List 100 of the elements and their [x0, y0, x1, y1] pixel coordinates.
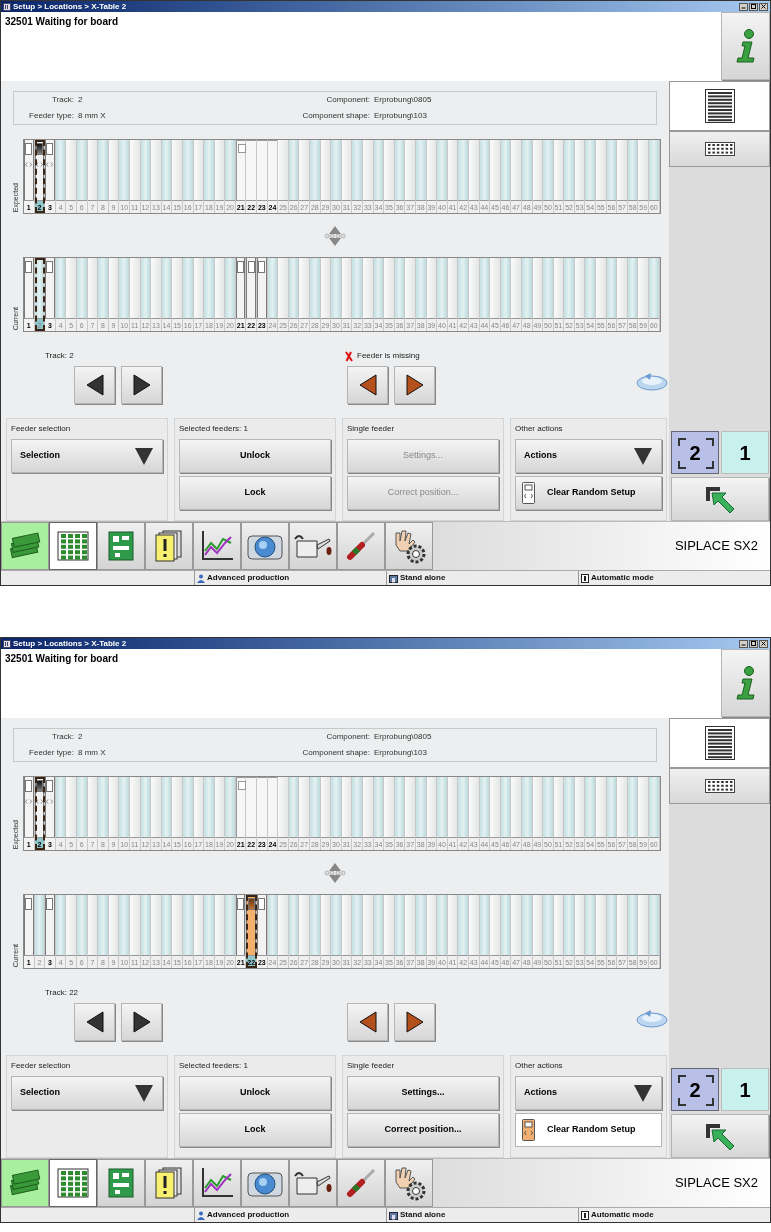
- toolbar-button[interactable]: [193, 1159, 241, 1207]
- user-icon: [197, 573, 205, 583]
- toolbar-button[interactable]: [97, 1159, 145, 1207]
- dropdown[interactable]: Selection: [11, 1075, 163, 1110]
- toolbar-button[interactable]: [49, 1159, 97, 1207]
- swap-handle-icon[interactable]: [324, 225, 346, 246]
- info-button[interactable]: [721, 12, 770, 80]
- toolbar-button[interactable]: [97, 522, 145, 570]
- arrow-icon: [704, 485, 736, 513]
- maximize-button[interactable]: [749, 639, 758, 648]
- layer-button[interactable]: 2: [671, 1068, 719, 1111]
- action-button[interactable]: Lock: [179, 1112, 331, 1147]
- component-block[interactable]: [246, 776, 257, 837]
- panel-title: Selected feeders: 1: [179, 422, 249, 435]
- action-button[interactable]: Lock: [179, 475, 331, 510]
- previous-button[interactable]: [74, 366, 115, 405]
- dropdown[interactable]: Actions: [515, 438, 662, 473]
- building-icon: [389, 573, 398, 583]
- toolbar-button[interactable]: [193, 522, 241, 570]
- panel-title: Single feeder: [347, 422, 396, 435]
- layer-button[interactable]: 1: [721, 1068, 769, 1111]
- minimize-button[interactable]: [739, 2, 748, 11]
- component-block[interactable]: [235, 776, 246, 837]
- code-icon: [46, 798, 54, 804]
- maximize-button[interactable]: [749, 2, 758, 11]
- action-button[interactable]: Unlock: [179, 1075, 331, 1110]
- layer-button[interactable]: 2: [671, 431, 719, 474]
- toolbar-button[interactable]: [337, 522, 385, 570]
- info-button[interactable]: [721, 649, 770, 717]
- code-icon: [35, 161, 43, 167]
- status-message: 32501 Waiting for board: [4, 15, 119, 29]
- feeder[interactable]: [34, 776, 45, 837]
- right-arrow-icon: [131, 1010, 152, 1035]
- panel-title: Other actions: [515, 1059, 564, 1072]
- next-button[interactable]: [394, 366, 435, 405]
- component-block[interactable]: [235, 139, 246, 200]
- feeder[interactable]: [34, 139, 45, 200]
- previous-button[interactable]: [347, 1003, 388, 1042]
- clear-setup-button[interactable]: Clear Random Setup: [515, 1112, 662, 1147]
- close-button[interactable]: [759, 639, 768, 648]
- grid-view-tab[interactable]: [669, 131, 770, 167]
- feeder-head-icon: [237, 261, 245, 274]
- grid-icon: [56, 1167, 90, 1199]
- toolbar-button[interactable]: [145, 522, 193, 570]
- component-block[interactable]: [267, 776, 278, 837]
- feeder-head-icon: [46, 779, 54, 792]
- toolbar-button[interactable]: [1, 522, 49, 570]
- action-button[interactable]: Unlock: [179, 438, 331, 473]
- minimize-button[interactable]: [739, 639, 748, 648]
- feeder-head-icon: [46, 898, 54, 911]
- exit-button[interactable]: [671, 1114, 769, 1158]
- close-button[interactable]: [759, 2, 768, 11]
- action-button[interactable]: Settings...: [347, 1075, 499, 1110]
- list-view-tab[interactable]: [669, 718, 770, 768]
- previous-button[interactable]: [74, 1003, 115, 1042]
- next-button[interactable]: [121, 1003, 162, 1042]
- focus-frame-icon: [678, 1075, 714, 1106]
- previous-button[interactable]: [347, 366, 388, 405]
- exit-button[interactable]: [671, 477, 769, 521]
- next-button[interactable]: [394, 1003, 435, 1042]
- component-block[interactable]: [257, 139, 267, 200]
- toolbar-button[interactable]: [145, 1159, 193, 1207]
- toolbar-button[interactable]: [49, 522, 97, 570]
- toolbar-button[interactable]: [337, 1159, 385, 1207]
- toolbar-button[interactable]: [1, 1159, 49, 1207]
- mode-icon: [581, 573, 589, 583]
- app-icon: [3, 2, 11, 11]
- left-arrow-icon: [357, 373, 378, 398]
- toolbar-button[interactable]: [385, 522, 433, 570]
- right-arrow-icon: [404, 1010, 425, 1035]
- component-tag-icon: [237, 143, 246, 153]
- component-block[interactable]: [246, 139, 257, 200]
- action-button[interactable]: Correct position...: [347, 1112, 499, 1147]
- toolbar-button[interactable]: [289, 1159, 337, 1207]
- toolbar-button[interactable]: [241, 1159, 289, 1207]
- dropdown[interactable]: Selection: [11, 438, 163, 473]
- status-text: Automatic mode: [591, 572, 654, 584]
- layer-button[interactable]: 1: [721, 431, 769, 474]
- panel-title: Selected feeders: 1: [179, 1059, 249, 1072]
- status-text: Advanced production: [207, 1209, 290, 1221]
- info-value: 8 mm X: [78, 746, 106, 759]
- list-view-tab[interactable]: [669, 81, 770, 131]
- app-icon: [3, 639, 11, 648]
- screwdriver-icon: [344, 1166, 378, 1200]
- toolbar-button[interactable]: [241, 522, 289, 570]
- grid-view-tab[interactable]: [669, 768, 770, 804]
- feeder[interactable]: [246, 895, 257, 956]
- documents-icon: [154, 1166, 184, 1200]
- feeder-icon: [522, 481, 535, 504]
- component-block[interactable]: [257, 776, 267, 837]
- mode-icon: [581, 1210, 589, 1220]
- component-block[interactable]: [267, 139, 278, 200]
- dropdown[interactable]: Actions: [515, 1075, 662, 1110]
- swap-handle-icon[interactable]: [324, 862, 346, 883]
- next-button[interactable]: [121, 366, 162, 405]
- grid-icon: [704, 779, 735, 793]
- toolbar-button[interactable]: [385, 1159, 433, 1207]
- feeder-icon: [522, 1118, 535, 1141]
- clear-setup-button[interactable]: Clear Random Setup: [515, 475, 662, 510]
- toolbar-button[interactable]: [289, 522, 337, 570]
